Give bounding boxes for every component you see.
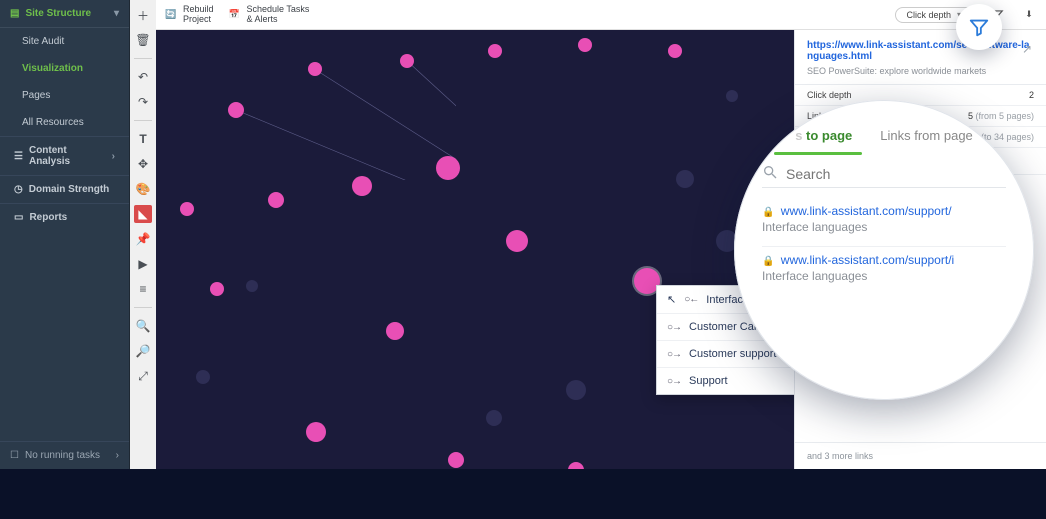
- zoom-tab-to[interactable]: s to page: [795, 128, 852, 149]
- zoom-results: 🔒 www.link-assistant.com/support/ Interf…: [762, 198, 1006, 295]
- tool-rail: ＋ 🗑 ↶ ↷ T ✥ 🎨 ◣ 📌 ▶ ≡ 🔍 🔎 ⤢: [130, 0, 156, 469]
- zoom-search[interactable]: [762, 160, 1006, 188]
- search-icon: [762, 164, 778, 183]
- play-icon[interactable]: ▶: [134, 255, 152, 273]
- pin-icon[interactable]: 📌: [134, 230, 152, 248]
- undo-icon[interactable]: ↶: [134, 68, 152, 86]
- sidebar-item-site-audit[interactable]: Site Audit: [0, 28, 129, 55]
- tasks-icon: ☐: [10, 450, 19, 461]
- topbar: 🔄 Rebuild Project 📅 Schedule Tasks & Ale…: [156, 0, 1046, 30]
- lock-icon: 🔒: [762, 207, 774, 218]
- chevron-right-icon: ›: [116, 450, 119, 461]
- domain-strength-icon: ◷: [14, 184, 23, 195]
- zoom-result-0[interactable]: 🔒 www.link-assistant.com/support/ Interf…: [762, 198, 1006, 247]
- sidebar-header[interactable]: ▤ Site Structure ▾: [0, 0, 129, 28]
- chevron-down-icon: ▾: [114, 8, 119, 19]
- graph-canvas[interactable]: ↖ ○← Interface languages ○→ Customer Car…: [156, 30, 794, 469]
- more-links-label[interactable]: and 3 more links: [795, 442, 1046, 469]
- trash-icon[interactable]: 🗑: [134, 31, 152, 49]
- sidebar-footer[interactable]: ☐ No running tasks ›: [0, 441, 129, 469]
- text-icon[interactable]: T: [134, 130, 152, 148]
- zoom-in-icon[interactable]: 🔍: [134, 317, 152, 335]
- sidebar-item-reports[interactable]: ▭ Reports: [0, 204, 129, 231]
- redo-icon[interactable]: ↷: [134, 93, 152, 111]
- sidebar: ▤ Site Structure ▾ Site Audit Visualizat…: [0, 0, 130, 469]
- share-icon[interactable]: ↗: [1022, 42, 1032, 56]
- zoom-result-1[interactable]: 🔒 www.link-assistant.com/support/i Inter…: [762, 247, 1006, 295]
- download-icon[interactable]: ⬇: [1020, 6, 1038, 24]
- arrow-left-icon: ○←: [684, 294, 698, 305]
- sidebar-item-all-resources[interactable]: All Resources: [0, 109, 129, 136]
- zoom-fit-icon[interactable]: ⤢: [134, 367, 152, 385]
- lock-icon: 🔒: [762, 256, 774, 267]
- zoom-out-icon[interactable]: 🔎: [134, 342, 152, 360]
- sidebar-item-content-analysis[interactable]: ☰ Content Analysis ›: [0, 136, 129, 176]
- shape-icon[interactable]: ◣: [134, 205, 152, 223]
- sidebar-item-domain-strength[interactable]: ◷ Domain Strength: [0, 176, 129, 204]
- site-structure-icon: ▤: [10, 8, 19, 19]
- zoom-lens: s to page Links from page 🔒 www.link-ass…: [734, 100, 1034, 400]
- sidebar-item-visualization[interactable]: Visualization: [0, 55, 129, 82]
- cursor-icon: ↖: [667, 293, 676, 306]
- move-icon[interactable]: ✥: [134, 155, 152, 173]
- palette-icon[interactable]: 🎨: [134, 180, 152, 198]
- calendar-icon: 📅: [228, 8, 242, 22]
- content-analysis-icon: ☰: [14, 151, 23, 162]
- arrow-right-icon: ○→: [667, 349, 681, 360]
- zoom-search-input[interactable]: [786, 166, 1006, 182]
- add-icon[interactable]: ＋: [134, 6, 152, 24]
- arrow-right-icon: ○→: [667, 322, 681, 333]
- schedule-tasks-button[interactable]: 📅 Schedule Tasks & Alerts: [228, 5, 310, 24]
- metric-click-depth: Click depth 2: [795, 85, 1046, 106]
- filter-badge[interactable]: [956, 4, 1002, 50]
- page-url[interactable]: https://www.link-assistant.com/seo-softw…: [795, 30, 1046, 66]
- rebuild-icon: 🔄: [164, 8, 178, 22]
- reports-icon: ▭: [14, 212, 23, 223]
- footer-label: No running tasks: [25, 450, 100, 461]
- sidebar-title: Site Structure: [25, 8, 91, 19]
- sidebar-item-pages[interactable]: Pages: [0, 82, 129, 109]
- rebuild-project-button[interactable]: 🔄 Rebuild Project: [164, 5, 214, 24]
- page-subtitle: SEO PowerSuite: explore worldwide market…: [795, 66, 1046, 84]
- zoom-tab-from[interactable]: Links from page: [880, 128, 973, 149]
- graph-edges: [156, 30, 456, 180]
- arrow-right-icon: ○→: [667, 376, 681, 387]
- chevron-right-icon: ›: [112, 151, 115, 162]
- ctx-support[interactable]: ○→ Support: [657, 367, 794, 394]
- active-tab-underline: [774, 152, 862, 155]
- list-icon[interactable]: ≡: [134, 280, 152, 298]
